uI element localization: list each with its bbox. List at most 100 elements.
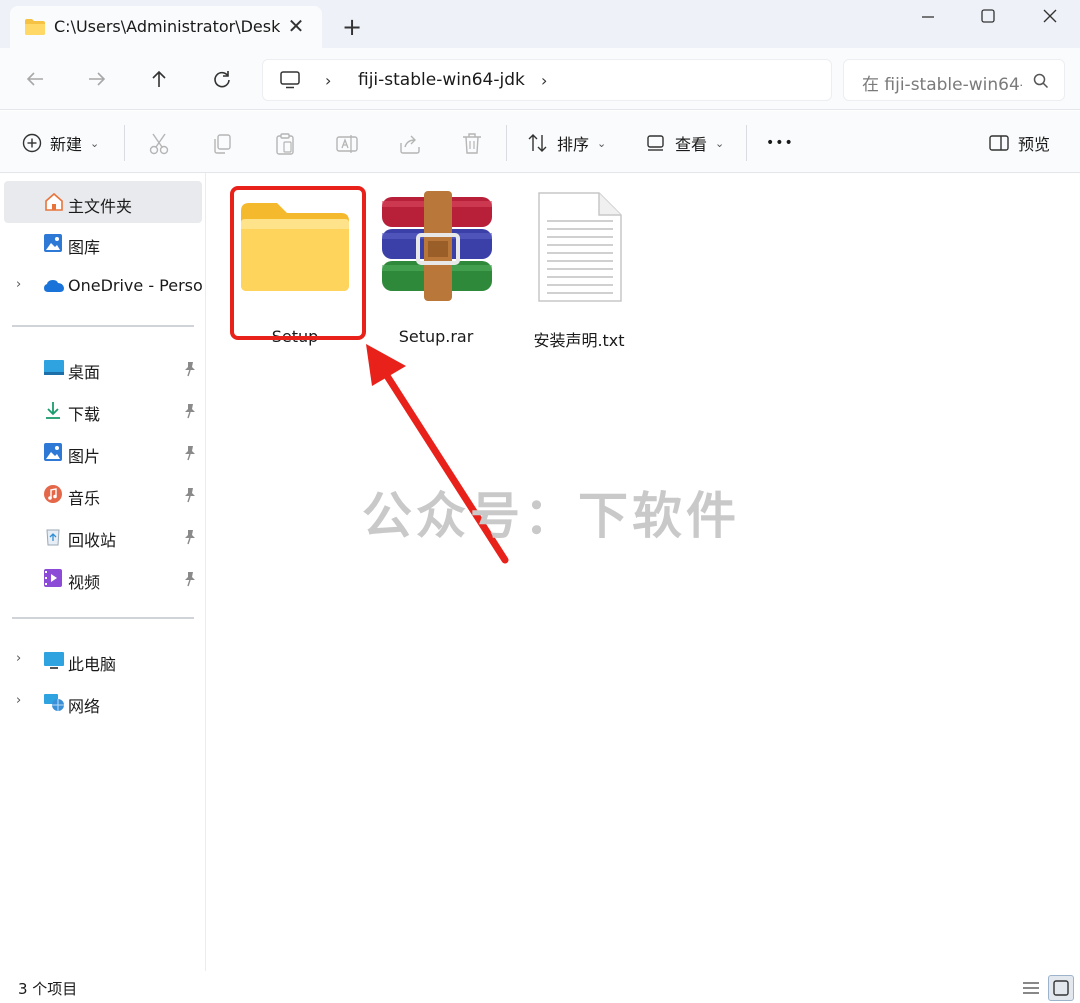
cut-button[interactable] xyxy=(146,131,172,157)
share-icon xyxy=(400,135,420,154)
plus-circle-icon xyxy=(22,133,42,153)
view-icon xyxy=(647,135,664,151)
chevron-down-icon: ⌄ xyxy=(90,136,100,150)
address-field[interactable]: › fiji-stable-win64-jdk › xyxy=(262,59,832,101)
search-input[interactable]: 在 fiji-stable-win64-jdk 中搜索 xyxy=(862,70,1022,95)
maximize-button[interactable] xyxy=(968,2,1008,30)
preview-button[interactable]: 预览 xyxy=(988,129,1050,157)
scissors-icon xyxy=(149,133,169,155)
sidebar-item-this-pc[interactable]: › 此电脑 xyxy=(0,641,206,683)
computer-icon xyxy=(279,70,301,94)
file-name: 安装声明.txt xyxy=(533,331,625,350)
divider xyxy=(506,125,507,161)
copy-button[interactable] xyxy=(209,131,235,157)
new-button[interactable]: 新建 ⌄ xyxy=(22,129,99,157)
trash-icon xyxy=(463,133,481,154)
view-label: 查看 xyxy=(675,135,708,154)
new-label: 新建 xyxy=(50,135,83,154)
forward-button[interactable] xyxy=(82,64,112,94)
pin-icon[interactable] xyxy=(183,571,197,591)
pin-icon[interactable] xyxy=(183,403,197,423)
home-icon xyxy=(43,192,63,212)
tab-close-button[interactable]: ✕ xyxy=(284,14,308,38)
sidebar-item-label: 音乐 xyxy=(68,489,101,508)
share-button[interactable] xyxy=(397,131,423,157)
sidebar-item-label: 图库 xyxy=(68,238,101,257)
arrow-up-icon xyxy=(152,70,166,87)
sidebar-item-network[interactable]: › 网络 xyxy=(0,683,206,725)
pictures-icon xyxy=(43,442,63,462)
sidebar-item-recycle-bin[interactable]: 回收站 xyxy=(0,517,206,559)
sidebar-item-music[interactable]: 音乐 xyxy=(0,475,206,517)
clipboard-icon xyxy=(276,133,294,155)
chevron-down-icon: ⌄ xyxy=(715,136,725,150)
text-file-icon xyxy=(537,191,623,307)
sidebar-item-label: 图片 xyxy=(68,447,101,466)
sidebar-item-label: 网络 xyxy=(68,697,101,716)
sidebar-item-downloads[interactable]: 下载 xyxy=(0,391,206,433)
network-icon xyxy=(43,692,64,712)
sidebar-item-onedrive[interactable]: › OneDrive - Persor xyxy=(0,257,206,299)
sidebar-item-label: 视频 xyxy=(68,573,101,592)
folder-icon xyxy=(24,18,46,40)
sidebar-item-videos[interactable]: 视频 xyxy=(0,559,206,601)
new-tab-button[interactable]: + xyxy=(338,14,366,42)
close-window-button[interactable] xyxy=(1030,2,1070,30)
rar-archive-icon xyxy=(376,191,498,305)
paste-button[interactable] xyxy=(272,131,298,157)
pin-icon[interactable] xyxy=(183,361,197,381)
window-tab[interactable]: C:\Users\Administrator\Deskto ✕ xyxy=(10,6,322,48)
sidebar-item-pictures[interactable]: 图片 xyxy=(0,433,206,475)
refresh-button[interactable] xyxy=(207,64,237,94)
music-icon xyxy=(43,484,63,504)
back-button[interactable] xyxy=(20,64,50,94)
sidebar-item-label: 主文件夹 xyxy=(68,197,133,216)
chevron-right-icon[interactable]: › xyxy=(16,651,21,666)
sidebar-item-label: 下载 xyxy=(68,405,101,424)
sidebar-item-gallery[interactable]: 图库 xyxy=(0,215,206,257)
search-icon xyxy=(1032,72,1050,94)
pin-icon[interactable] xyxy=(183,445,197,465)
sidebar-item-label: 此电脑 xyxy=(68,655,117,674)
up-button[interactable] xyxy=(144,64,174,94)
command-bar: 新建 ⌄ 排序 ⌄ 查看 ⌄ ••• 预览 xyxy=(0,111,1080,173)
refresh-icon xyxy=(214,71,230,88)
delete-button[interactable] xyxy=(459,131,485,157)
watermark: 公众号：下软件 xyxy=(362,487,740,545)
chevron-right-icon[interactable]: › xyxy=(325,71,331,90)
details-view-button[interactable] xyxy=(1018,975,1044,1001)
sort-button[interactable]: 排序 ⌄ xyxy=(527,129,606,157)
sidebar-item-desktop[interactable]: 桌面 xyxy=(0,349,206,391)
videos-icon xyxy=(43,568,63,588)
chevron-right-icon[interactable]: › xyxy=(16,693,21,708)
preview-label: 预览 xyxy=(1018,135,1051,154)
highlight-box xyxy=(230,186,366,340)
sidebar-item-label: 回收站 xyxy=(68,531,117,550)
view-button[interactable]: 查看 ⌄ xyxy=(645,129,724,157)
rename-icon xyxy=(336,135,358,153)
large-icons-view-button[interactable] xyxy=(1048,975,1074,1001)
file-item-setup-rar[interactable]: Setup.rar xyxy=(370,191,502,351)
preview-pane-icon xyxy=(989,135,1009,151)
recycle-bin-icon xyxy=(43,526,63,546)
this-pc-icon xyxy=(43,651,64,671)
file-item-install-notes[interactable]: 安装声明.txt xyxy=(513,191,645,351)
rename-button[interactable] xyxy=(334,131,360,157)
breadcrumb-item[interactable]: fiji-stable-win64-jdk xyxy=(358,70,525,90)
more-options-button[interactable]: ••• xyxy=(766,129,794,157)
search-box[interactable]: 在 fiji-stable-win64-jdk 中搜索 xyxy=(843,59,1065,101)
minimize-button[interactable] xyxy=(908,2,948,30)
sidebar-item-home[interactable]: 主文件夹 xyxy=(0,173,206,223)
arrow-left-icon xyxy=(26,72,43,86)
status-bar: 3 个项目 xyxy=(0,971,1080,1003)
pin-icon[interactable] xyxy=(183,529,197,549)
chevron-right-icon[interactable]: › xyxy=(541,71,547,90)
chevron-right-icon[interactable]: › xyxy=(16,277,21,292)
divider xyxy=(746,125,747,161)
pin-icon[interactable] xyxy=(183,487,197,507)
address-bar-row: › fiji-stable-win64-jdk › 在 fiji-stable-… xyxy=(0,48,1080,110)
sort-label: 排序 xyxy=(557,135,590,154)
arrow-right-icon xyxy=(89,72,106,86)
divider xyxy=(12,617,194,619)
title-bar: C:\Users\Administrator\Deskto ✕ + xyxy=(0,0,1080,48)
